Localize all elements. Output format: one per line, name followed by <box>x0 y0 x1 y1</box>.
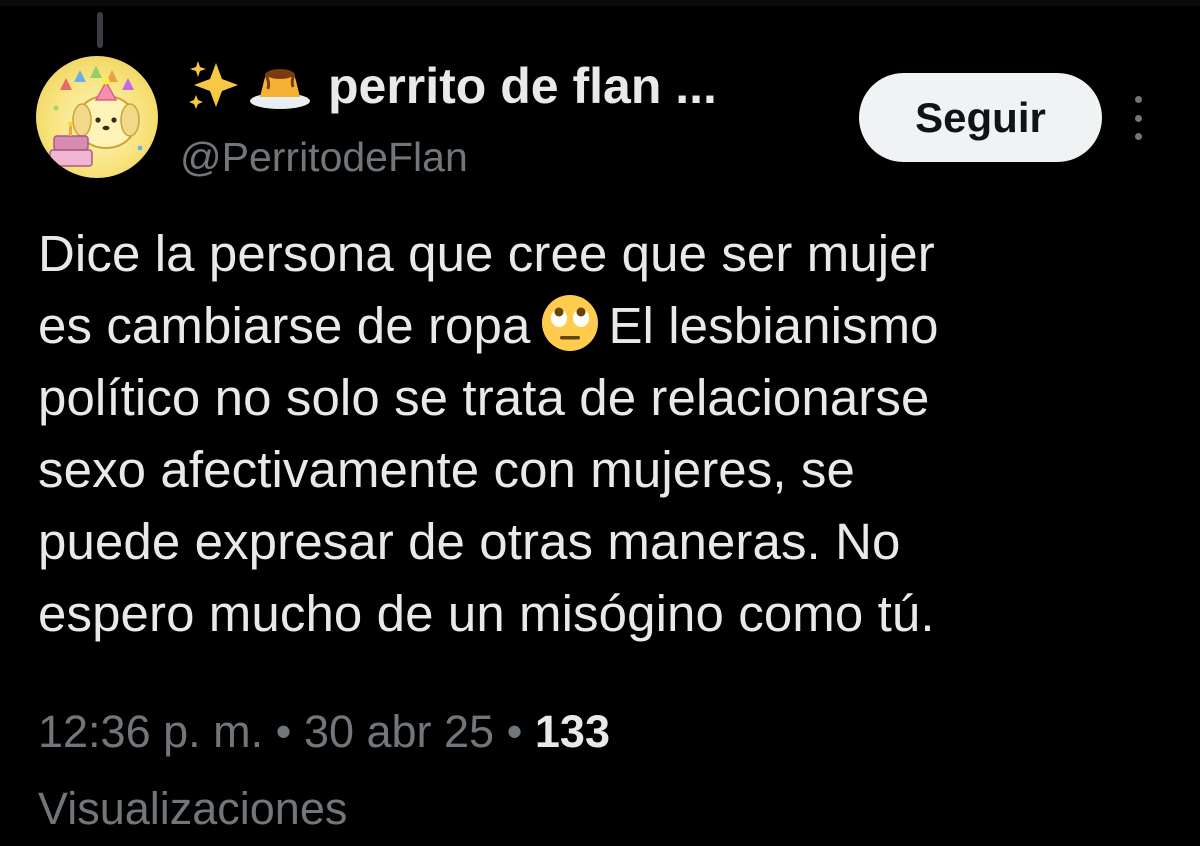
meta-separator: • <box>275 706 292 757</box>
meta-separator: • <box>506 706 523 757</box>
avatar[interactable] <box>36 56 158 178</box>
custard-icon <box>250 69 310 109</box>
tweet-text-line: sexo afectivamente con mujeres, se <box>38 441 855 498</box>
tweet-text: Dice la persona que cree que ser mujer e… <box>38 218 1168 650</box>
tweet-text-fragment: El lesbianismo <box>608 297 939 354</box>
tweet-time[interactable]: 12:36 p. m. <box>38 706 263 757</box>
author-handle[interactable]: @PerritodeFlan <box>180 134 468 181</box>
thread-connector-line <box>97 12 103 48</box>
more-options-icon[interactable] <box>1124 96 1152 140</box>
views-count[interactable]: 133 <box>535 706 610 757</box>
tweet-metadata: 12:36 p. m. • 30 abr 25 • 133 Visualizac… <box>38 693 1158 846</box>
tweet-text-line-with-emoji: es cambiarse de ropa El lesbianismo <box>38 290 1168 362</box>
face-with-rolling-eyes-icon <box>540 293 600 353</box>
sparkles-icon <box>189 61 238 109</box>
tweet-date[interactable]: 30 abr 25 <box>304 706 494 757</box>
tweet-text-line: Dice la persona que cree que ser mujer <box>38 225 935 282</box>
tweet-text-line: espero mucho de un misógino como tú. <box>38 585 935 642</box>
tweet-text-fragment: es cambiarse de ropa <box>38 297 531 354</box>
avatar-image <box>49 66 143 167</box>
tweet-text-line: puede expresar de otras maneras. No <box>38 513 901 570</box>
top-divider <box>0 0 1200 6</box>
name-emojis <box>186 59 314 113</box>
author-display-name[interactable]: perrito de flan ... <box>186 56 717 116</box>
views-label[interactable]: Visualizaciones <box>38 770 1158 846</box>
author-name-text[interactable]: perrito de flan ... <box>328 57 717 115</box>
tweet-metadata-row: 12:36 p. m. • 30 abr 25 • 133 <box>38 693 1158 770</box>
tweet-text-line: político no solo se trata de relacionars… <box>38 369 930 426</box>
follow-button[interactable]: Seguir <box>859 73 1102 162</box>
